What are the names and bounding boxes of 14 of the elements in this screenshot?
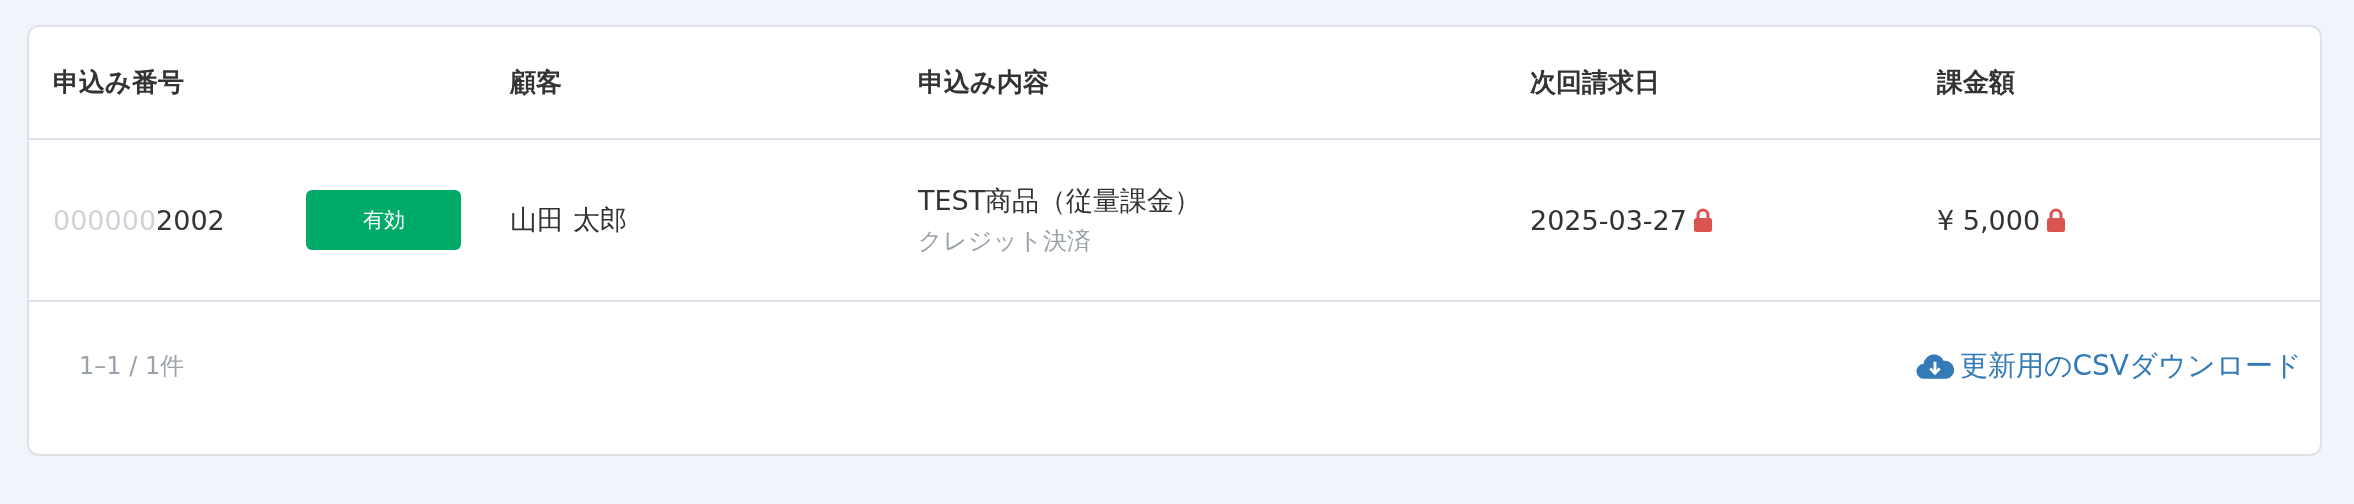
column-header: 顧客 (510, 66, 562, 99)
column-header: 課金額 (1937, 66, 2015, 99)
csv-download-link[interactable]: 更新用のCSVダウンロード (1915, 347, 2302, 385)
billing-amount: ¥ 5,000 (1937, 204, 2041, 236)
cloud-download-icon (1915, 352, 1954, 380)
column-header: 申込み番号 (53, 66, 184, 99)
status-badge: 有効 (306, 190, 461, 250)
result-count: 1–1 / 1件 (79, 351, 185, 382)
customer-name: 山田 太郎 (510, 203, 627, 237)
payment-method: クレジット決済 (918, 226, 1091, 257)
column-header: 次回請求日 (1530, 66, 1660, 99)
product-name: TEST商品（従量課金） (918, 184, 1202, 218)
column-header: 申込み内容 (918, 66, 1049, 99)
billing-date: 2025-03-27 (1530, 204, 1687, 236)
